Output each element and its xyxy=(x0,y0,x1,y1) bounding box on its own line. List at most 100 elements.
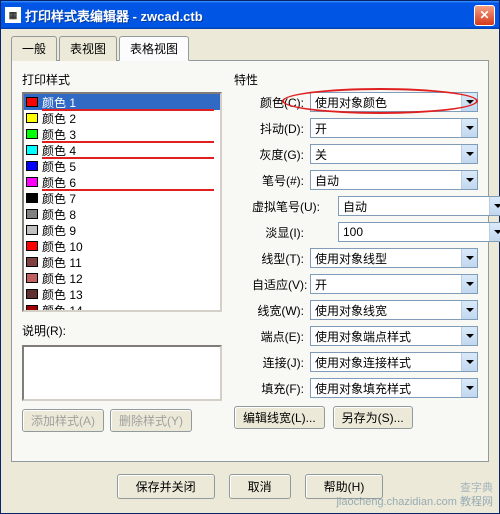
list-item-label: 颜色 12 xyxy=(42,270,83,287)
property-field: 使用对象连接样式 xyxy=(310,352,478,372)
color-swatch xyxy=(26,177,38,187)
property-combo[interactable]: 使用对象线型 xyxy=(310,248,478,268)
property-field: 使用对象线宽 xyxy=(310,300,478,320)
list-item-label: 颜色 10 xyxy=(42,238,83,255)
right-pane: 特性 颜色(C):使用对象颜色抖动(D):开灰度(G):关笔号(#):自动虚拟笔… xyxy=(234,71,478,451)
property-combo[interactable]: 使用对象连接样式 xyxy=(310,352,478,372)
property-label: 抖动(D): xyxy=(234,120,310,137)
cancel-button[interactable]: 取消 xyxy=(229,474,291,499)
property-combo[interactable]: 开 xyxy=(310,274,478,294)
color-swatch xyxy=(26,113,38,123)
property-combo[interactable]: 开 xyxy=(310,118,478,138)
save-close-button[interactable]: 保存并关闭 xyxy=(117,474,215,499)
list-item[interactable]: 颜色 6 xyxy=(24,174,220,190)
close-button[interactable]: ✕ xyxy=(474,5,495,26)
description-label: 说明(R): xyxy=(22,322,222,339)
property-row: 线宽(W):使用对象线宽 xyxy=(234,300,478,320)
chevron-down-icon[interactable] xyxy=(461,249,477,267)
list-item-label: 颜色 5 xyxy=(42,158,76,175)
window-title: 打印样式表编辑器 - zwcad.ctb xyxy=(25,6,474,25)
list-item[interactable]: 颜色 4 xyxy=(24,142,220,158)
property-field: 100 xyxy=(310,222,478,242)
property-field: 使用对象端点样式 xyxy=(310,326,478,346)
color-swatch xyxy=(26,209,38,219)
list-item[interactable]: 颜色 1 xyxy=(24,94,220,110)
property-combo[interactable]: 使用对象填充样式 xyxy=(310,378,478,398)
list-item[interactable]: 颜色 5 xyxy=(24,158,220,174)
delete-style-button[interactable]: 删除样式(Y) xyxy=(110,409,192,432)
print-styles-list[interactable]: 颜色 1颜色 2颜色 3颜色 4颜色 5颜色 6颜色 7颜色 8颜色 9颜色 1… xyxy=(22,92,222,312)
property-label: 虚拟笔号(U): xyxy=(234,198,310,215)
properties-label: 特性 xyxy=(234,71,478,88)
property-field: 关 xyxy=(310,144,478,164)
chevron-down-icon[interactable] xyxy=(489,223,500,241)
left-pane: 打印样式 颜色 1颜色 2颜色 3颜色 4颜色 5颜色 6颜色 7颜色 8颜色 … xyxy=(22,71,222,451)
property-value: 100 xyxy=(343,225,363,239)
list-item-label: 颜色 4 xyxy=(42,142,76,159)
chevron-down-icon[interactable] xyxy=(461,379,477,397)
property-row: 笔号(#):自动 xyxy=(234,170,478,190)
dialog-window: ▦ 打印样式表编辑器 - zwcad.ctb ✕ 一般 表视图 表格视图 打印样… xyxy=(0,0,500,514)
tab-strip: 一般 表视图 表格视图 xyxy=(11,35,489,61)
chevron-down-icon[interactable] xyxy=(461,145,477,163)
list-item[interactable]: 颜色 11 xyxy=(24,254,220,270)
chevron-down-icon[interactable] xyxy=(461,353,477,371)
list-item[interactable]: 颜色 13 xyxy=(24,286,220,302)
property-row: 线型(T):使用对象线型 xyxy=(234,248,478,268)
color-swatch xyxy=(26,97,38,107)
print-styles-label: 打印样式 xyxy=(22,71,222,88)
property-row: 颜色(C):使用对象颜色 xyxy=(234,92,478,112)
edit-lineweights-button[interactable]: 编辑线宽(L)... xyxy=(234,406,325,429)
property-value: 使用对象线宽 xyxy=(315,302,387,319)
tab-panel: 打印样式 颜色 1颜色 2颜色 3颜色 4颜色 5颜色 6颜色 7颜色 8颜色 … xyxy=(11,61,489,462)
color-swatch xyxy=(26,257,38,267)
save-as-button[interactable]: 另存为(S)... xyxy=(333,406,413,429)
list-item[interactable]: 颜色 3 xyxy=(24,126,220,142)
property-combo[interactable]: 使用对象线宽 xyxy=(310,300,478,320)
help-button[interactable]: 帮助(H) xyxy=(305,474,384,499)
property-field: 使用对象填充样式 xyxy=(310,378,478,398)
property-combo[interactable]: 使用对象端点样式 xyxy=(310,326,478,346)
list-item-label: 颜色 14 xyxy=(42,302,83,313)
tab-formview[interactable]: 表格视图 xyxy=(119,36,189,61)
tab-general[interactable]: 一般 xyxy=(11,36,57,61)
description-input[interactable] xyxy=(22,345,222,401)
list-item-label: 颜色 2 xyxy=(42,110,76,127)
property-combo[interactable]: 自动 xyxy=(338,196,500,216)
chevron-down-icon[interactable] xyxy=(461,171,477,189)
color-swatch xyxy=(26,225,38,235)
tab-tableview[interactable]: 表视图 xyxy=(59,36,117,61)
chevron-down-icon[interactable] xyxy=(461,119,477,137)
list-item[interactable]: 颜色 7 xyxy=(24,190,220,206)
property-value: 关 xyxy=(315,146,327,163)
property-value: 开 xyxy=(315,120,327,137)
color-swatch xyxy=(26,129,38,139)
chevron-down-icon[interactable] xyxy=(461,327,477,345)
list-item-label: 颜色 1 xyxy=(42,94,76,111)
list-item[interactable]: 颜色 9 xyxy=(24,222,220,238)
property-combo[interactable]: 自动 xyxy=(310,170,478,190)
chevron-down-icon[interactable] xyxy=(461,301,477,319)
property-row: 连接(J):使用对象连接样式 xyxy=(234,352,478,372)
property-row: 端点(E):使用对象端点样式 xyxy=(234,326,478,346)
list-item[interactable]: 颜色 10 xyxy=(24,238,220,254)
list-item[interactable]: 颜色 2 xyxy=(24,110,220,126)
list-item-label: 颜色 13 xyxy=(42,286,83,303)
list-item[interactable]: 颜色 14 xyxy=(24,302,220,312)
add-style-button[interactable]: 添加样式(A) xyxy=(22,409,104,432)
property-label: 自适应(V): xyxy=(234,276,310,293)
list-item[interactable]: 颜色 12 xyxy=(24,270,220,286)
list-item[interactable]: 颜色 8 xyxy=(24,206,220,222)
chevron-down-icon[interactable] xyxy=(461,275,477,293)
property-row: 淡显(I):100 xyxy=(234,222,478,242)
property-combo[interactable]: 使用对象颜色 xyxy=(310,92,478,112)
list-item-label: 颜色 9 xyxy=(42,222,76,239)
color-swatch xyxy=(26,241,38,251)
color-swatch xyxy=(26,145,38,155)
property-row: 灰度(G):关 xyxy=(234,144,478,164)
property-combo[interactable]: 100 xyxy=(338,222,500,242)
chevron-down-icon[interactable] xyxy=(461,93,477,111)
color-swatch xyxy=(26,289,38,299)
chevron-down-icon[interactable] xyxy=(489,197,500,215)
property-combo[interactable]: 关 xyxy=(310,144,478,164)
